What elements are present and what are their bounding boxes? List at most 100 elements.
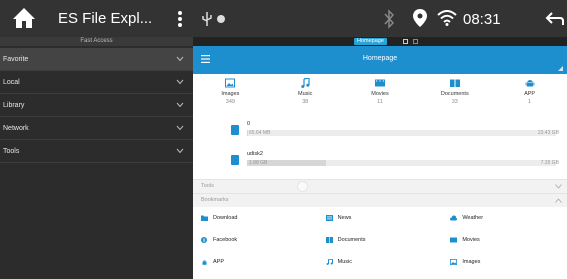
image-icon [225, 78, 236, 88]
bookmark-documents[interactable]: Documents [318, 237, 443, 243]
bookmark-app[interactable]: APP [193, 259, 318, 265]
corner-indicator-icon [558, 66, 563, 71]
category-count: 349 [225, 99, 235, 105]
category-app[interactable]: APP 1 [492, 78, 567, 116]
bookmarks-section-header[interactable]: Bookmarks [193, 193, 567, 207]
usb-drive-icon [231, 155, 239, 165]
sidebar-item-network[interactable]: Network [0, 117, 193, 140]
notification-dot-icon [217, 15, 225, 23]
bookmark-download[interactable]: Download [193, 215, 318, 221]
sidebar-item-favorite[interactable]: Favorite [0, 48, 193, 71]
bookmark-row: APP Music Images [193, 251, 567, 273]
storage-item[interactable]: udisk2 1.88 GB 7.35 GB [193, 149, 567, 177]
bookmark-music[interactable]: Music [318, 259, 443, 265]
category-music[interactable]: Music 38 [268, 78, 343, 116]
category-documents[interactable]: Documents 33 [417, 78, 492, 116]
category-label: Documents [440, 91, 469, 97]
chevron-down-icon [176, 102, 184, 108]
back-icon[interactable] [545, 11, 565, 27]
tools-section-header[interactable]: Tools [193, 179, 567, 193]
category-count: 1 [528, 99, 532, 105]
section-label: Tools [201, 183, 214, 189]
touch-indicator [297, 181, 308, 192]
images-icon [450, 259, 458, 265]
sidebar-item-label: Library [3, 102, 25, 109]
facebook-icon [201, 237, 207, 243]
music-note-icon [301, 78, 310, 88]
bookmark-label: News [337, 215, 352, 221]
wifi-icon [437, 10, 457, 26]
bookmarks-grid: Download News Weather Facebook Documents… [193, 207, 567, 279]
sidebar-item-label: Network [3, 125, 29, 132]
page-title: Homepage [362, 55, 398, 62]
app-bar: ES File Expl... [0, 0, 193, 37]
documents-icon [325, 237, 333, 243]
storage-used: 1.88 GB [249, 160, 268, 166]
bookmark-label: Music [337, 259, 353, 265]
bookmark-row: Facebook Documents Movies [193, 229, 567, 251]
movies-icon [450, 237, 458, 243]
category-count: 33 [451, 99, 458, 105]
screen: ES File Expl... 08:31 Fast Access Favori… [0, 0, 567, 279]
bookmark-facebook[interactable]: Facebook [193, 237, 318, 243]
storage-name: 0 [247, 121, 251, 127]
bookmark-weather[interactable]: Weather [442, 215, 567, 221]
chevron-down-icon [176, 125, 184, 131]
storage-total: 23.43 GB [537, 130, 559, 136]
sidebar: Fast Access Favorite Local Library Netwo… [0, 37, 193, 279]
chevron-down-icon [176, 79, 184, 85]
app-icon [202, 260, 207, 265]
storage-used: 65.64 MB [249, 130, 271, 136]
content-pane: Homepage Homepage Images 349 Music 38 Mo… [193, 37, 567, 279]
storage-usage-bar [247, 160, 556, 166]
storage-name: udisk2 [247, 151, 263, 157]
toolbar: Homepage [193, 46, 567, 74]
bookmark-news[interactable]: News [318, 215, 443, 221]
sidebar-item-tools[interactable]: Tools [0, 140, 193, 163]
category-movies[interactable]: Movies 11 [343, 78, 418, 116]
sd-card-icon [231, 125, 239, 135]
category-row: Images 349 Music 38 Movies 11 Documents … [193, 74, 567, 116]
film-icon [374, 79, 385, 87]
weather-icon [450, 215, 458, 221]
category-label: APP [524, 91, 536, 97]
bookmark-label: Movies [462, 237, 480, 243]
home-icon[interactable] [12, 7, 36, 29]
location-icon [413, 9, 427, 27]
storage-usage-bar [247, 130, 556, 136]
category-images[interactable]: Images 349 [193, 78, 268, 116]
sidebar-header: Fast Access [0, 37, 193, 46]
category-label: Music [298, 91, 313, 97]
app-title: ES File Expl... [58, 10, 153, 27]
bookmark-label: Facebook [213, 237, 238, 243]
bookmark-label: Weather [462, 215, 484, 221]
window-tab-bar: Homepage [193, 37, 567, 46]
tab-label: Homepage [357, 38, 384, 44]
tab-homepage[interactable]: Homepage [354, 38, 387, 45]
book-icon [449, 79, 460, 87]
sidebar-item-local[interactable]: Local [0, 71, 193, 94]
bookmark-images[interactable]: Images [442, 259, 567, 265]
bookmark-label: APP [213, 259, 225, 265]
window-icon[interactable] [413, 39, 418, 44]
bluetooth-icon [384, 9, 395, 29]
storage-total: 7.35 GB [540, 160, 559, 166]
bookmark-movies[interactable]: Movies [442, 237, 567, 243]
chevron-down-icon [555, 184, 562, 189]
clock: 08:31 [463, 11, 501, 28]
chevron-down-icon [176, 56, 184, 62]
window-icon[interactable] [403, 39, 408, 44]
storage-item[interactable]: 0 65.64 MB 23.43 GB [193, 119, 567, 147]
section-label: Bookmarks [201, 197, 229, 203]
android-icon [525, 80, 534, 87]
category-count: 11 [377, 99, 383, 105]
category-count: 38 [302, 99, 309, 105]
news-icon [325, 215, 333, 221]
chevron-down-icon [176, 148, 184, 154]
bookmark-row: Download News Weather [193, 207, 567, 229]
bookmark-label: Images [462, 259, 481, 265]
sidebar-item-label: Favorite [3, 56, 29, 63]
sidebar-item-library[interactable]: Library [0, 94, 193, 117]
overflow-menu-icon[interactable] [177, 10, 183, 28]
sidebar-item-label: Local [3, 79, 20, 86]
